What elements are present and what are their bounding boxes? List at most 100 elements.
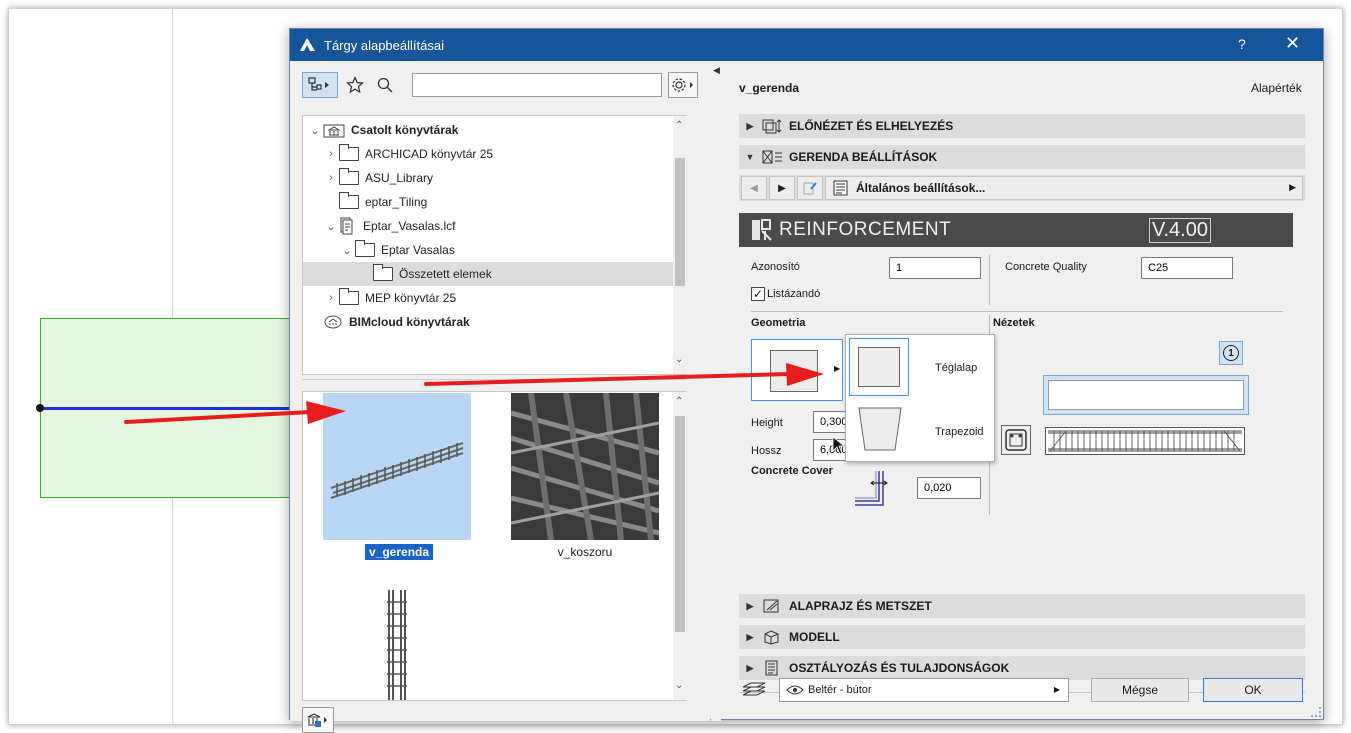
tree-item-label: BIMcloud könyvtárak — [349, 315, 470, 329]
section-title: GERENDA BEÁLLÍTÁSOK — [789, 150, 938, 164]
folder-icon — [339, 168, 359, 185]
tree-item-osszetett-elemek[interactable]: Összetett elemek — [303, 262, 673, 286]
tree-item-eptar-vasalas[interactable]: ⌄ Eptar Vasalas — [339, 238, 673, 262]
search-button[interactable] — [372, 72, 398, 98]
tree-item-mep-library[interactable]: › MEP könyvtár 25 — [323, 286, 673, 310]
elevation-view-preview[interactable] — [1045, 427, 1245, 455]
concrete-cover-field[interactable] — [917, 477, 981, 499]
library-view-button[interactable] — [302, 72, 338, 98]
beam-settings-icon — [761, 149, 783, 165]
layer-selector[interactable]: Beltér - bútor ▶ — [779, 678, 1069, 702]
previous-page-button[interactable]: ◀ — [741, 176, 767, 200]
search-input[interactable] — [412, 73, 662, 97]
library-browser-pane: ⌄ Csatolt könyvtárak › ARCHICAD könyvtár… — [290, 61, 710, 733]
default-label: Alapérték — [1251, 81, 1302, 95]
rebar-photo-image — [511, 393, 659, 540]
section-model[interactable]: ▶ MODELL — [739, 625, 1305, 649]
thumbnail-v-koszoru[interactable] — [511, 393, 659, 540]
trapezoid-shape-icon — [858, 407, 902, 451]
height-label: Height — [751, 417, 783, 429]
scroll-down-icon[interactable]: ⌄ — [675, 680, 683, 691]
model-icon — [761, 629, 783, 645]
view-text-field[interactable] — [1043, 375, 1249, 415]
library-settings-button[interactable] — [668, 72, 698, 98]
length-label: Hossz — [751, 445, 782, 457]
mouse-cursor-icon — [832, 436, 846, 455]
reinforcement-logo-icon — [752, 219, 772, 241]
expand-arrow-icon: ▶ — [746, 662, 754, 673]
close-button[interactable]: ✕ — [1285, 33, 1300, 54]
concrete-quality-field[interactable] — [1141, 257, 1233, 279]
screen: Tárgy alapbeállításai ? ✕ ⌄ Csatolt köny… — [0, 0, 1351, 733]
preview-placement-icon — [761, 118, 783, 134]
view-number-badge[interactable]: 1 — [1219, 341, 1243, 365]
annotation-arrow-left — [124, 401, 346, 424]
separator-line — [989, 255, 990, 305]
folder-icon — [339, 288, 359, 305]
object-thumbnail-grid: v_gerenda v_koszoru ⌃ ⌄ — [302, 391, 687, 701]
section-preview-placement[interactable]: ▶ ELŐNÉZET ÉS ELHELYEZÉS — [739, 114, 1305, 138]
banner-version: V.4.00 — [1149, 218, 1211, 243]
badge-number: 1 — [1223, 345, 1239, 361]
chevron-down-icon[interactable]: ⌄ — [323, 220, 339, 233]
tree-item-label: ARCHICAD könyvtár 25 — [365, 147, 494, 161]
scroll-thumb[interactable] — [675, 416, 685, 632]
dropdown-arrow-icon: ▶ — [1289, 182, 1296, 192]
tree-scrollbar[interactable]: ⌃ ⌄ — [673, 116, 687, 374]
page-list-icon — [833, 180, 848, 196]
tree-item-label: ASU_Library — [365, 171, 434, 185]
section-title: OSZTÁLYOZÁS ÉS TULAJDONSÁGOK — [789, 661, 1010, 675]
rectangle-shape-icon — [849, 338, 909, 396]
library-manager-icon — [307, 713, 327, 727]
tree-item-asu-library[interactable]: › ASU_Library — [323, 166, 673, 190]
tree-item-label: Összetett elemek — [399, 267, 492, 281]
tree-item-label: eptar_Tiling — [365, 195, 428, 209]
scroll-thumb[interactable] — [675, 158, 685, 286]
pane-divider[interactable]: ◀ — [711, 61, 721, 721]
chevron-right-icon[interactable]: › — [323, 292, 339, 304]
section-beam-settings[interactable]: ▼ GERENDA BEÁLLÍTÁSOK — [739, 145, 1305, 169]
tree-item-archicad-library[interactable]: › ARCHICAD könyvtár 25 — [323, 142, 673, 166]
favorites-button[interactable] — [342, 72, 368, 98]
help-button[interactable]: ? — [1238, 36, 1246, 52]
chevron-right-icon[interactable]: › — [323, 148, 339, 160]
object-name: v_gerenda — [739, 81, 800, 95]
section-view-button[interactable] — [1001, 425, 1031, 455]
list-checkbox[interactable]: ✓ — [751, 287, 765, 301]
section-plan-section[interactable]: ▶ ALAPRAJZ ÉS METSZET — [739, 594, 1305, 618]
separator-line — [751, 311, 1283, 312]
ok-button[interactable]: OK — [1203, 678, 1303, 702]
concrete-quality-label: Concrete Quality — [1005, 261, 1087, 273]
id-field[interactable] — [889, 257, 981, 279]
tree-item-eptar-tiling[interactable]: eptar_Tiling — [339, 190, 673, 214]
chevron-right-icon[interactable]: › — [323, 172, 339, 184]
resize-grip-icon[interactable] — [1311, 707, 1321, 717]
folder-icon — [339, 144, 359, 161]
chevron-down-icon[interactable]: ⌄ — [307, 124, 323, 137]
chevron-down-icon[interactable]: ⌄ — [339, 244, 355, 257]
dropdown-arrow-icon: ▶ — [834, 364, 841, 373]
scroll-up-icon[interactable]: ⌃ — [675, 396, 683, 407]
tree-item-linked-libraries[interactable]: ⌄ Csatolt könyvtárak — [307, 118, 673, 142]
page-selector[interactable]: Általános beállítások... ▶ — [825, 176, 1303, 200]
library-manager-button[interactable] — [302, 707, 334, 733]
rebar-elevation-image — [1048, 430, 1242, 452]
scroll-up-icon[interactable]: ⌃ — [675, 120, 683, 131]
thumbnail-scrollbar[interactable]: ⌃ ⌄ — [673, 392, 687, 700]
popup-item-trapezoid[interactable]: Trapezoid — [847, 398, 993, 460]
thumbnail-column-rebar[interactable] — [323, 580, 471, 700]
dropdown-arrow-icon: ▶ — [1053, 685, 1060, 694]
tree-item-eptar-vasalas-lcf[interactable]: ⌄ Eptar_Vasalas.lcf — [323, 214, 673, 238]
edit-page-button[interactable] — [797, 176, 823, 200]
beam-endpoint-node[interactable] — [36, 404, 44, 412]
library-tree-icon — [308, 77, 329, 91]
cancel-button[interactable]: Mégse — [1091, 678, 1189, 702]
container-file-icon — [340, 217, 353, 235]
popup-item-rectangle[interactable]: Téglalap — [847, 336, 993, 398]
tree-item-label: Eptar_Vasalas.lcf — [363, 219, 456, 233]
tree-item-bimcloud-libraries[interactable]: BIMcloud könyvtárak — [307, 310, 673, 334]
next-page-button[interactable]: ▶ — [769, 176, 795, 200]
dialog-titlebar[interactable]: Tárgy alapbeállításai ? ✕ — [290, 29, 1323, 61]
tree-item-label: MEP könyvtár 25 — [365, 291, 457, 305]
collapse-arrow-icon[interactable]: ◀ — [713, 65, 720, 76]
